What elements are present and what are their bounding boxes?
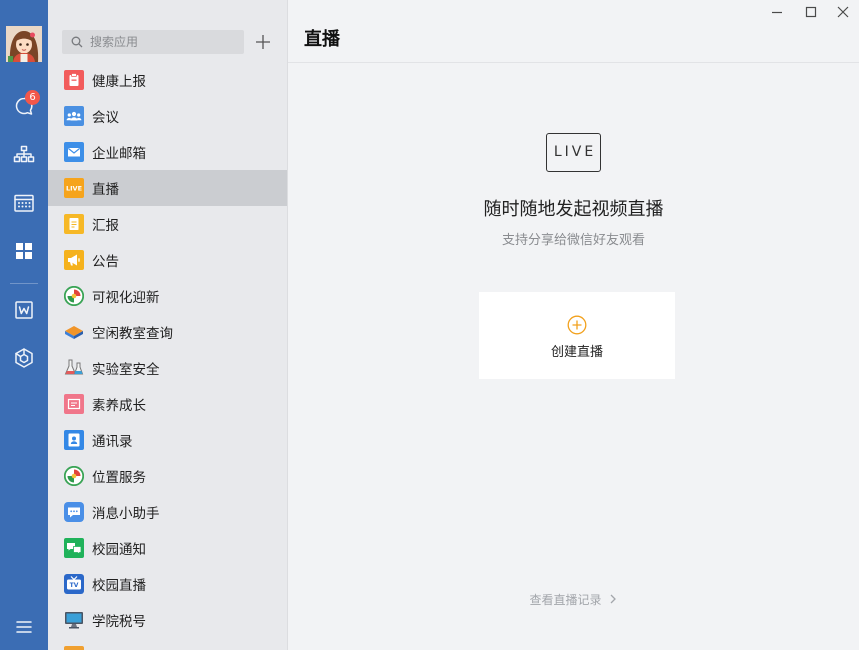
search-icon — [71, 36, 83, 48]
announcement-icon — [64, 250, 84, 270]
flask-icon — [64, 358, 84, 378]
apps-grid-icon — [12, 239, 36, 263]
add-app-button[interactable] — [255, 34, 271, 50]
main-content: 直播 LIVE 随时随地发起视频直播 支持分享给微信好友观看 创建直播 查看直播… — [288, 0, 859, 650]
app-item-mail[interactable]: 企业邮箱 — [48, 134, 287, 170]
app-item-literacy-growth[interactable]: 素养成长 — [48, 386, 287, 422]
app-item-label: 校园直播 — [92, 578, 146, 594]
app-item-meeting[interactable]: 会议 — [48, 98, 287, 134]
close-button[interactable] — [826, 0, 859, 24]
live-icon-text: LIVE — [66, 185, 82, 193]
app-item-label: 学院税号 — [92, 614, 146, 630]
rail-workbench[interactable] — [12, 239, 36, 263]
live-icon: LIVE — [64, 178, 84, 198]
rail-menu[interactable] — [12, 615, 36, 639]
app-item-location[interactable]: 位置服务 — [48, 458, 287, 494]
unread-badge: 6 — [25, 90, 40, 105]
health-report-icon — [64, 70, 84, 90]
app-item-label: 实验室安全 — [92, 362, 160, 378]
search-input[interactable] — [90, 30, 240, 54]
rail-divider — [10, 283, 38, 284]
live-logo: LIVE — [546, 133, 601, 172]
notice-chat-icon — [64, 538, 84, 558]
app-item-free-classroom[interactable]: 空闲教室查询 — [48, 314, 287, 350]
app-item-label: 校园通知 — [92, 542, 146, 558]
app-item-label: 空闲教室查询 — [92, 326, 173, 342]
navigation-rail: 6 — [0, 0, 48, 650]
rail-docs[interactable] — [12, 298, 36, 322]
app-item-label: 位置服务 — [92, 470, 146, 486]
growth-icon — [64, 394, 84, 414]
app-item-visual-welcome[interactable]: 可视化迎新 — [48, 278, 287, 314]
hero-headline: 随时随地发起视频直播 — [483, 199, 664, 220]
app-item-label: 通讯录 — [92, 434, 133, 450]
hexagon-icon — [12, 346, 36, 370]
rail-calendar[interactable] — [12, 191, 36, 215]
report-icon — [64, 214, 84, 234]
tv-icon-text: TV — [70, 582, 79, 589]
app-item-campus-notice[interactable]: 校园通知 — [48, 530, 287, 566]
app-item-tax-id[interactable]: 学院税号 — [48, 602, 287, 638]
rail-contacts[interactable] — [12, 143, 36, 167]
assistant-chat-icon — [64, 502, 84, 522]
tv-icon: TV — [64, 574, 84, 594]
meeting-icon — [64, 106, 84, 126]
app-list: 健康上报 会议 企业邮箱 LIVE 直播 汇报 公告 可视化迎新 空闲教室查询 … — [48, 62, 287, 650]
create-live-button[interactable]: 创建直播 — [479, 292, 675, 379]
hero-subtitle: 支持分享给微信好友观看 — [501, 233, 645, 248]
create-live-label: 创建直播 — [550, 345, 603, 360]
app-item-lab-safety[interactable]: 实验室安全 — [48, 350, 287, 386]
app-item-label: 健康上报 — [92, 74, 146, 90]
page-title: 直播 — [304, 29, 340, 50]
rail-mini-programs[interactable] — [12, 346, 36, 370]
app-item-label: 公告 — [92, 254, 119, 270]
app-item-address-book[interactable]: 通讯录 — [48, 422, 287, 458]
search-box[interactable] — [62, 30, 244, 54]
app-item-message-assistant[interactable]: 消息小助手 — [48, 494, 287, 530]
mail-icon — [64, 142, 84, 162]
main-header: 直播 — [288, 0, 859, 63]
calendar-icon — [12, 191, 36, 215]
app-item-partial[interactable] — [48, 638, 287, 650]
maximize-button[interactable] — [794, 0, 827, 24]
computer-icon — [64, 610, 84, 630]
app-item-report[interactable]: 汇报 — [48, 206, 287, 242]
app-icon — [64, 646, 84, 650]
school-logo-icon — [64, 466, 84, 486]
plus-circle-icon — [567, 315, 587, 335]
app-item-label: 会议 — [92, 110, 119, 126]
app-item-label: 素养成长 — [92, 398, 146, 414]
plus-icon — [255, 34, 271, 50]
avatar[interactable] — [6, 26, 42, 62]
app-item-label: 汇报 — [92, 218, 119, 234]
school-logo-icon — [64, 286, 84, 306]
app-item-label: 企业邮箱 — [92, 146, 146, 162]
contact-card-icon — [64, 430, 84, 450]
menu-icon — [12, 615, 36, 639]
live-history-label: 查看直播记录 — [529, 592, 602, 607]
app-item-label: 直播 — [92, 182, 119, 198]
document-w-icon — [12, 298, 36, 322]
app-item-health-report[interactable]: 健康上报 — [48, 62, 287, 98]
app-item-campus-live[interactable]: TV 校园直播 — [48, 566, 287, 602]
org-chart-icon — [12, 143, 36, 167]
chevron-right-icon — [602, 594, 618, 604]
app-item-live[interactable]: LIVE 直播 — [48, 170, 287, 206]
app-item-announcement[interactable]: 公告 — [48, 242, 287, 278]
app-item-label: 消息小助手 — [92, 506, 160, 522]
minimize-button[interactable] — [760, 0, 793, 24]
live-history-link[interactable]: 查看直播记录 — [288, 590, 859, 608]
apps-panel: 健康上报 会议 企业邮箱 LIVE — [48, 0, 288, 650]
book-icon — [64, 322, 84, 342]
app-item-label: 可视化迎新 — [92, 290, 160, 306]
